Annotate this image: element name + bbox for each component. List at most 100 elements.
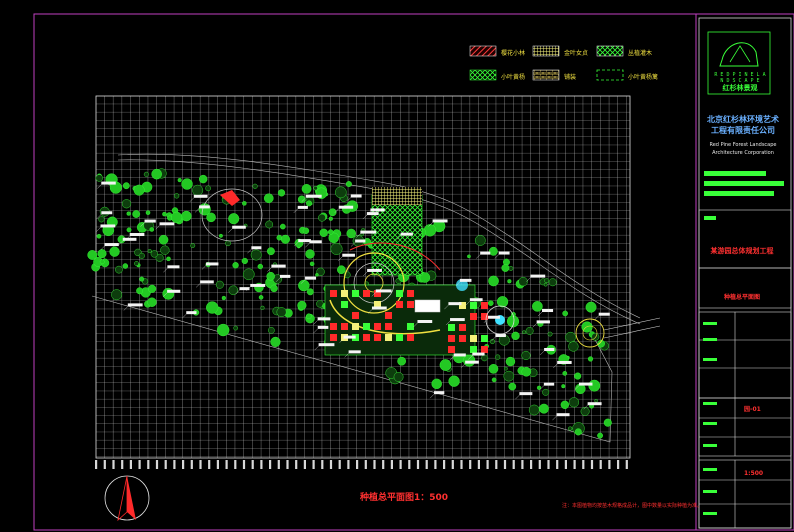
flower-bed-tile <box>407 334 414 341</box>
tree-symbol <box>474 235 486 246</box>
plant-label-box <box>232 225 246 229</box>
tree-symbol <box>267 247 275 256</box>
flower-bed-tile <box>352 323 359 330</box>
flower-bed-tile <box>396 290 403 297</box>
axis-tick <box>599 460 602 469</box>
plant-label-box <box>434 391 445 395</box>
axis-tick <box>443 460 446 469</box>
axis-tick <box>556 460 559 469</box>
tree-symbol <box>148 284 157 293</box>
axis-tick <box>312 460 315 469</box>
flower-bed-tile <box>407 290 414 297</box>
flower-bed-tile <box>374 334 381 341</box>
company-name-en: Red Pine Forest Landscape Architecture C… <box>709 142 777 156</box>
axis-tick <box>129 460 132 469</box>
flower-bed-tile <box>396 301 403 308</box>
tree-symbol <box>150 250 158 258</box>
flower-bed-tile <box>470 302 477 309</box>
tree-symbol <box>242 201 247 206</box>
axis-tick <box>503 460 507 469</box>
company-name-cn: 北京红杉林环境艺术 工程有限责任公司 <box>707 115 779 135</box>
flower-bed-tile <box>330 323 337 330</box>
flower-bed-tile <box>363 290 370 297</box>
plan-caption: 种植总平面图1：500 <box>360 493 449 503</box>
plant-label-box <box>370 208 385 212</box>
tree-symbol <box>277 189 286 197</box>
flower-bed-tile <box>341 290 348 297</box>
tree-symbol <box>132 210 141 218</box>
north-arrow-icon <box>104 475 150 522</box>
flower-bed-tile <box>385 312 392 319</box>
tree-symbol <box>190 243 196 249</box>
tree-symbol <box>181 178 193 190</box>
tree-symbol <box>542 388 550 396</box>
axis-tick <box>234 460 237 469</box>
tree-symbol <box>133 184 145 196</box>
plant-label-box <box>297 205 308 209</box>
flower-bed-tile <box>363 323 370 330</box>
axis-tick <box>477 460 480 469</box>
tree-symbol <box>525 327 534 335</box>
tree-symbol <box>318 213 326 222</box>
plant-label-box <box>250 283 266 287</box>
tree-symbol <box>233 325 238 331</box>
plant-label-box <box>450 318 465 322</box>
tree-symbol <box>319 228 328 237</box>
axis-tick <box>103 460 106 469</box>
tree-symbol <box>297 195 306 204</box>
axis-tick <box>295 460 298 469</box>
plant-label-box <box>279 274 291 278</box>
axis-tick <box>608 460 611 469</box>
tree-symbol <box>346 228 356 239</box>
axis-tick <box>564 460 567 469</box>
tree-symbol <box>568 426 573 431</box>
tree-symbol <box>228 213 240 225</box>
plant-label-box <box>536 320 550 324</box>
plant-label-box <box>453 353 466 357</box>
tree-symbol <box>162 211 167 217</box>
plant-label-box <box>448 302 462 306</box>
axis-tick <box>286 460 289 469</box>
tree-symbol <box>543 282 548 287</box>
axis-tick <box>425 460 428 469</box>
tree-symbol <box>327 229 334 235</box>
cad-drawing-canvas <box>33 13 794 531</box>
tree-symbol <box>218 233 223 238</box>
axis-tick <box>416 460 420 469</box>
tree-symbol <box>139 276 145 282</box>
tree-symbol <box>147 297 157 307</box>
tree-symbol <box>232 262 239 269</box>
legend-label-1: 樱花小林 <box>501 50 526 57</box>
tree-symbol <box>181 210 192 222</box>
tree-symbol <box>109 246 120 257</box>
axis-tick <box>590 460 594 469</box>
flower-bed-tile <box>374 323 381 330</box>
project-title: 某游园总体规划工程 <box>710 247 774 255</box>
legend-label-5: 铺装 <box>564 74 577 81</box>
tree-symbol <box>126 211 131 216</box>
tree-symbol <box>306 288 314 296</box>
tree-symbol <box>503 366 508 371</box>
plant-label-box <box>598 312 610 316</box>
plant-label-box <box>298 239 311 243</box>
flower-bed-tile <box>448 346 455 353</box>
plant-label-box <box>251 246 262 250</box>
tree-symbol <box>280 223 286 230</box>
plant-label-box <box>271 264 286 268</box>
axis-tick <box>495 460 498 469</box>
tree-symbol <box>97 249 107 259</box>
tree-symbol <box>134 261 139 266</box>
plant-label-box <box>144 219 156 223</box>
logo-cn-text: 红杉林景观 <box>722 84 758 92</box>
tree-symbol <box>337 265 346 275</box>
tree-symbol <box>521 366 532 377</box>
flower-bed-tile <box>407 301 414 308</box>
flower-bed-tile <box>330 290 337 297</box>
tree-symbol <box>95 174 103 182</box>
legend-swatch-4 <box>469 69 497 81</box>
flower-bed-tile <box>470 313 477 320</box>
flower-bed-tile <box>448 335 455 342</box>
plant-label-box <box>371 306 387 310</box>
tree-symbol <box>268 327 275 334</box>
axis-tick <box>190 460 193 469</box>
